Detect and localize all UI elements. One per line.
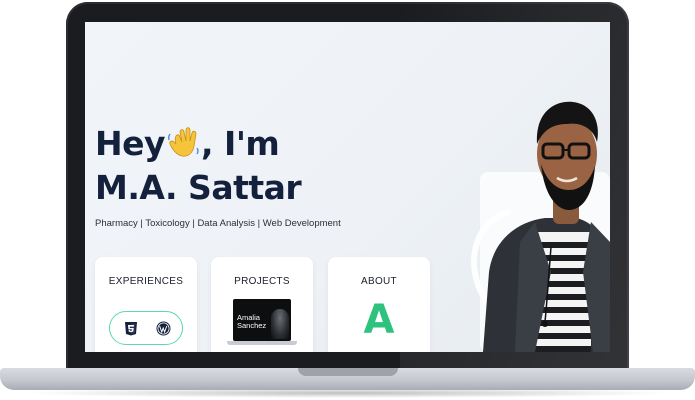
wordpress-icon xyxy=(156,321,171,336)
tagline: Pharmacy | Toxicology | Data Analysis | … xyxy=(95,218,341,229)
projects-card[interactable]: PROJECTS Amalia Sanchez xyxy=(211,257,313,352)
project-preview: Amalia Sanchez xyxy=(227,299,297,347)
experiences-card[interactable]: EXPERIENCES xyxy=(95,257,197,352)
waving-hand-icon xyxy=(167,127,199,157)
profile-photo xyxy=(471,101,610,352)
project-preview-name: Amalia Sanchez xyxy=(237,313,267,330)
projects-title: PROJECTS xyxy=(234,276,290,287)
tech-stack-pill xyxy=(109,311,183,345)
about-card[interactable]: ABOUT A xyxy=(328,257,430,352)
hero-line-1: Hey , I'm xyxy=(95,122,301,166)
html5-icon xyxy=(125,322,137,336)
hero-intro: , I'm xyxy=(201,124,280,163)
about-title: ABOUT xyxy=(361,276,397,287)
about-logo: A xyxy=(363,297,395,343)
project-preview-base xyxy=(227,341,297,345)
hero-name: M.A. Sattar xyxy=(95,168,302,207)
laptop-notch xyxy=(298,368,398,376)
project-preview-screen: Amalia Sanchez xyxy=(233,299,291,341)
hero-greeting: Hey xyxy=(95,124,166,163)
hero-heading: Hey , I'm M.A. Sattar xyxy=(95,122,302,210)
scroll-indicator xyxy=(341,349,355,352)
project-preview-photo xyxy=(271,309,289,339)
experiences-title: EXPERIENCES xyxy=(108,276,184,287)
laptop-screen: Hey , I'm M.A. Sattar Pharmacy | Toxicol… xyxy=(85,22,610,352)
